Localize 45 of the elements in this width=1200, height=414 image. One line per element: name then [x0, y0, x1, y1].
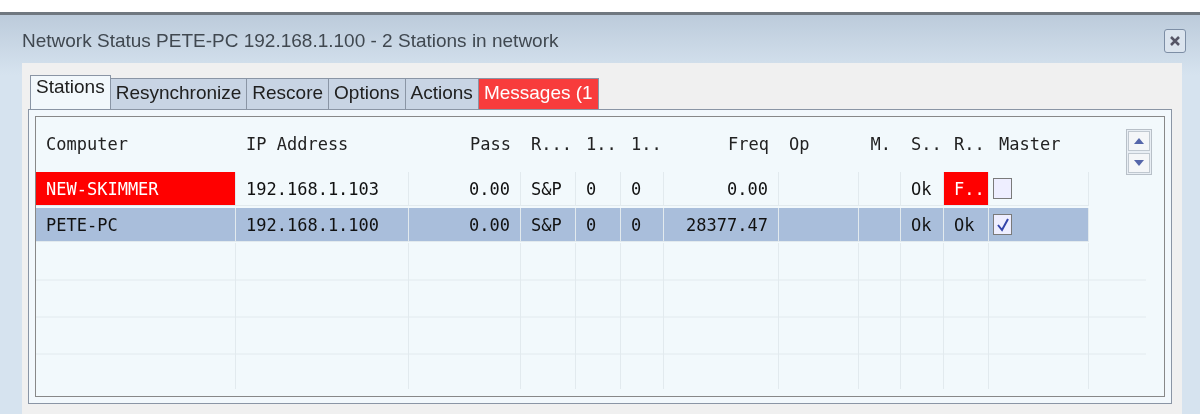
- column-header[interactable]: Freq: [664, 134, 779, 154]
- column-header[interactable]: 1..: [576, 134, 621, 154]
- close-icon: [1169, 35, 1181, 47]
- tab[interactable]: Rescore: [247, 78, 330, 109]
- tab[interactable]: Stations: [30, 75, 111, 109]
- table-cell: 0: [621, 172, 664, 206]
- column-header[interactable]: Op: [779, 134, 859, 154]
- table-cell: Ok: [944, 208, 989, 242]
- table-cell: F..: [944, 172, 989, 206]
- table-cell: 0: [576, 172, 621, 206]
- table-cell: 192.168.1.103: [236, 172, 409, 206]
- checkbox[interactable]: [993, 214, 1012, 235]
- table-cell: NEW-SKIMMER: [36, 172, 236, 206]
- table-cell: 0: [576, 208, 621, 242]
- check-icon: [995, 217, 1010, 232]
- table-cell: 192.168.1.100: [236, 208, 409, 242]
- column-header[interactable]: Master: [989, 134, 1089, 154]
- column-header[interactable]: S..: [901, 134, 944, 154]
- table-cell: 28377.47: [664, 208, 779, 242]
- tab[interactable]: Options: [329, 78, 406, 109]
- table-cell: 0.00: [409, 208, 521, 242]
- table-cell: Ok: [901, 208, 944, 242]
- checkbox[interactable]: [993, 178, 1012, 199]
- table-cell: S&P: [521, 172, 576, 206]
- table-cell: 0: [621, 208, 664, 242]
- table-cell: S&P: [521, 208, 576, 242]
- tab[interactable]: Resynchronize: [110, 78, 248, 109]
- down-arrow-icon: [1134, 160, 1144, 166]
- column-header[interactable]: R..: [944, 134, 989, 154]
- tab[interactable]: Actions: [405, 78, 479, 109]
- column-header[interactable]: M.: [859, 134, 901, 154]
- column-header[interactable]: IP Address: [236, 134, 409, 154]
- column-header[interactable]: 1..: [621, 134, 664, 154]
- scroll-down-button[interactable]: [1128, 153, 1150, 173]
- up-arrow-icon: [1134, 138, 1144, 144]
- column-header[interactable]: R...: [521, 134, 576, 154]
- table-cell: PETE-PC: [36, 208, 236, 242]
- close-button[interactable]: [1164, 29, 1186, 53]
- table-cell: 0.00: [664, 172, 779, 206]
- column-header[interactable]: Computer: [36, 134, 236, 154]
- window-title: Network Status PETE-PC 192.168.1.100 - 2 Stations in network: [22, 30, 560, 52]
- column-header[interactable]: Pass: [409, 134, 521, 154]
- tab[interactable]: Messages (1: [478, 78, 599, 109]
- scroll-up-button[interactable]: [1128, 131, 1150, 151]
- table-cell: 0.00: [409, 172, 521, 206]
